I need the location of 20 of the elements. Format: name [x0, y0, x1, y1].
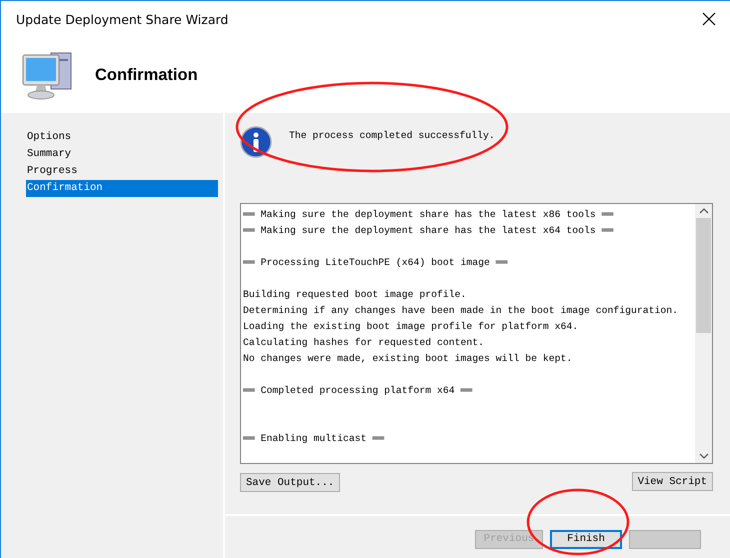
wizard-button[interactable]: Finish	[550, 530, 622, 548]
step-item[interactable]: Options	[26, 129, 218, 146]
log-line: ══ Making sure the deployment share has the latest x86 tools ══	[243, 208, 614, 222]
log-line: Building requested boot image profile.	[243, 288, 468, 302]
log-line: Loading the existing boot image profile for platform x64.	[243, 320, 580, 334]
step-item[interactable]: Summary	[26, 146, 218, 163]
page-heading: Confirmation	[95, 66, 198, 84]
log-line: ══ Enabling multicast ══	[243, 432, 386, 446]
save-output-button[interactable]: Save Output...	[240, 473, 340, 492]
view-script-button[interactable]: View Script	[632, 472, 713, 491]
step-item[interactable]: Confirmation	[26, 180, 218, 197]
status-message: The process completed successfully.	[289, 130, 495, 141]
log-line: Determining if any changes have been made in the boot image configuration.	[243, 304, 680, 318]
log-line: ══ Processing LiteTouchPE (x64) boot image ══	[243, 256, 509, 270]
step-item[interactable]: Progress	[26, 163, 218, 180]
log-line: ══ Completed processing platform x64 ══	[243, 384, 474, 398]
log-line: No changes were made, existing boot images will be kept.	[243, 352, 574, 366]
log-line: ══ Making sure the deployment share has the latest x64 tools ══	[243, 224, 614, 238]
log-line: Calculating hashes for requested content.	[243, 336, 486, 350]
window-title: Update Deployment Share Wizard	[16, 12, 228, 26]
